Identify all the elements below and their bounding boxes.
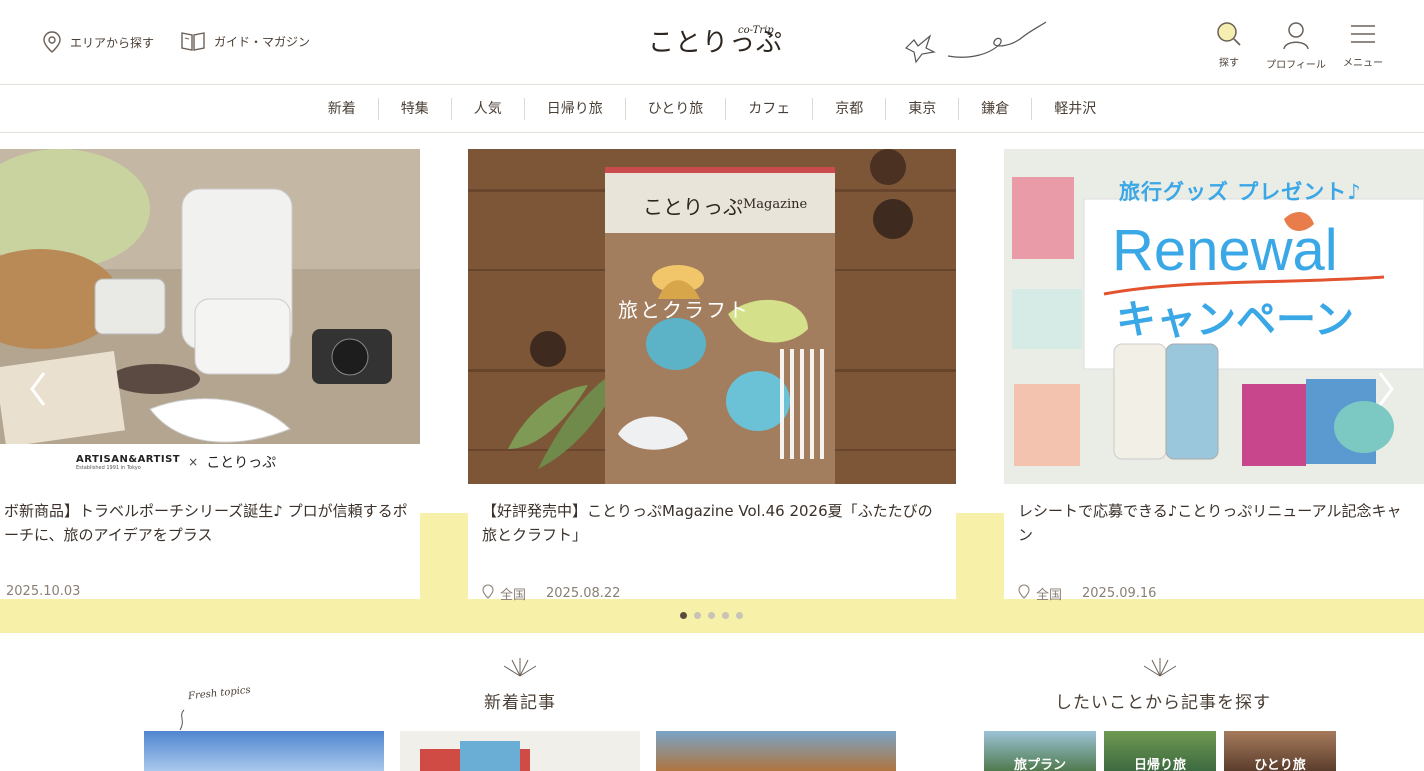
area-search-link[interactable]: エリアから探す [42, 30, 154, 54]
card-meta: 2025.10.03 [6, 584, 80, 599]
category-feature[interactable]: 特集 [377, 97, 451, 120]
magazine-cover-theme: 旅とクラフト [618, 298, 750, 322]
chevron-left-icon [28, 371, 48, 411]
menu-button[interactable]: メニュー [1328, 20, 1398, 69]
activity-thumb-solo[interactable]: ひとり旅 [1224, 731, 1336, 771]
map-pin-icon [482, 584, 494, 603]
activity-thumb-label: ひとり旅 [1254, 758, 1306, 771]
guide-magazine-label: ガイド・マガジン [214, 34, 311, 49]
profile-label: プロフィール [1266, 60, 1326, 71]
campaign-tagline: 旅行グッズ プレゼント♪ [1119, 180, 1362, 204]
magazine-photo: ことりっぷ Magazine 旅とクラフト [468, 149, 956, 484]
carousel-dot-2[interactable] [694, 612, 701, 619]
map-pin-icon [42, 30, 62, 54]
chevron-right-icon [1376, 371, 1396, 411]
profile-button[interactable]: プロフィール [1261, 20, 1331, 71]
artisan-brand-logo: ARTISAN&ARTIST [76, 453, 181, 465]
brand-times: × [188, 455, 199, 469]
carousel-prev-button[interactable] [18, 361, 58, 421]
cotrip-brand-logo: ことりっぷ [206, 455, 277, 471]
new-articles-heading: 新着記事 [484, 693, 556, 713]
site-header: エリアから探す ガイド・マガジン ことりっぷ co-Trip 探す プロフィール… [0, 0, 1424, 85]
category-tokyo[interactable]: 東京 [885, 97, 958, 120]
campaign-main-text: Renewal [1112, 218, 1338, 283]
book-icon [180, 30, 206, 52]
search-label: 探す [1219, 58, 1239, 69]
category-new[interactable]: 新着 [306, 98, 378, 120]
menu-label: メニュー [1343, 58, 1383, 69]
card-meta: 全国 2025.09.16 [1018, 584, 1156, 603]
new-article-thumb-2[interactable] [400, 731, 640, 771]
sunburst-deco-icon [1140, 656, 1180, 682]
bird-doodle-icon [900, 18, 1050, 72]
carousel-dot-1[interactable] [680, 612, 687, 619]
carousel-card-pouch[interactable]: ARTISAN&ARTIST Established 1991 in Tokyo… [0, 149, 420, 599]
card-title[interactable]: 【好評発売中】ことりっぷMagazine Vol.46 2026夏「ふたたびの旅… [482, 499, 946, 547]
user-icon [1261, 20, 1331, 50]
category-solo-trip[interactable]: ひとり旅 [624, 97, 726, 120]
sunburst-deco-icon [500, 656, 540, 682]
area-search-label: エリアから探す [70, 35, 155, 50]
magazine-cover-title: ことりっぷ [643, 195, 743, 219]
hamburger-menu-icon [1328, 20, 1398, 48]
new-article-thumb-1[interactable] [144, 731, 384, 771]
carousel-dot-3[interactable] [708, 612, 715, 619]
carousel-pagination [680, 612, 743, 619]
search-button[interactable]: 探す [1194, 20, 1264, 69]
search-icon [1194, 20, 1264, 48]
card-area: 全国 [1036, 588, 1063, 603]
category-popular[interactable]: 人気 [450, 97, 524, 120]
category-karuizawa[interactable]: 軽井沢 [1031, 97, 1118, 120]
carousel-dot-5[interactable] [736, 612, 743, 619]
category-kamakura[interactable]: 鎌倉 [958, 97, 1031, 120]
activity-thumb-daytrip[interactable]: 日帰り旅 [1104, 731, 1216, 771]
fresh-topics-label: Fresh topics [187, 684, 252, 703]
campaign-visual: 旅行グッズ プレゼント♪ Renewal キャンペーン [1004, 149, 1424, 484]
card-title[interactable]: ボ新商品】トラベルポーチシリーズ誕生♪ プロが信頼するポーチに、旅のアイデアをプ… [4, 499, 410, 547]
map-pin-icon [1018, 584, 1030, 603]
artisan-brand-sub: Established 1991 in Tokyo [76, 464, 141, 471]
category-kyoto[interactable]: 京都 [812, 97, 885, 120]
carousel-card-magazine[interactable]: ことりっぷ Magazine 旅とクラフト 【好評発売中】ことりっぷMagazi… [468, 149, 956, 603]
activity-thumb-plan[interactable]: 旅プラン [984, 731, 1096, 771]
magazine-cover-sub: Magazine [743, 197, 808, 212]
card-date: 2025.10.03 [6, 584, 81, 599]
pouch-photo: ARTISAN&ARTIST Established 1991 in Tokyo… [0, 149, 420, 484]
card-date: 2025.08.22 [546, 586, 621, 601]
card-area: 全国 [500, 588, 527, 603]
site-logo-sub: co-Trip [738, 25, 774, 36]
card-meta: 全国 2025.08.22 [482, 584, 620, 603]
carousel-next-button[interactable] [1366, 361, 1406, 421]
campaign-sub-text: キャンペーン [1116, 297, 1354, 343]
carousel-card-campaign[interactable]: 旅行グッズ プレゼント♪ Renewal キャンペーン レシートで応募できる♪こ… [1004, 149, 1424, 603]
category-nav: 新着 特集 人気 日帰り旅 ひとり旅 カフェ 京都 東京 鎌倉 軽井沢 [0, 85, 1424, 133]
activity-thumb-label: 日帰り旅 [1133, 758, 1186, 771]
carousel-dot-4[interactable] [722, 612, 729, 619]
card-title[interactable]: レシートで応募できる♪ことりっぷリニューアル記念キャン [1018, 499, 1414, 547]
category-day-trip[interactable]: 日帰り旅 [523, 97, 625, 120]
featured-carousel: ARTISAN&ARTIST Established 1991 in Tokyo… [0, 133, 1424, 643]
card-date: 2025.09.16 [1082, 586, 1157, 601]
guide-magazine-link[interactable]: ガイド・マガジン [180, 30, 310, 52]
new-article-thumb-3[interactable] [656, 731, 896, 771]
category-cafe[interactable]: カフェ [725, 97, 812, 120]
activity-thumb-label: 旅プラン [1013, 758, 1066, 771]
find-by-activity-heading: したいことから記事を探す [1055, 693, 1271, 713]
